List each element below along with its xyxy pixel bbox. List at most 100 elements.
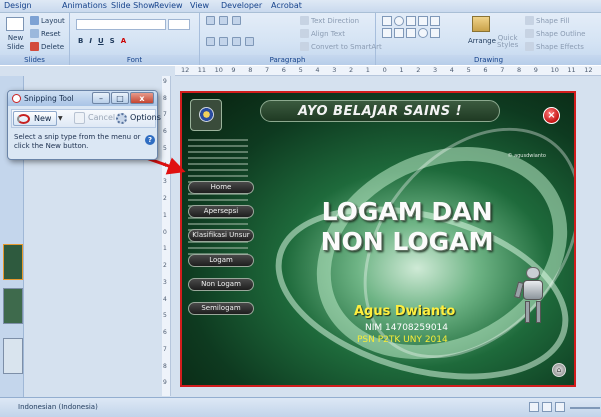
cancel-label: Cancel — [88, 113, 116, 122]
snipping-tool-titlebar[interactable]: Snipping Tool – □ x — [8, 91, 157, 106]
vertical-ruler: 9 8 7 6 5 4 3 2 1 0 1 2 3 4 5 6 7 8 9 — [162, 76, 171, 396]
align-text-button[interactable]: Align Text — [300, 29, 345, 38]
font-color-icon[interactable]: A — [121, 37, 126, 45]
slide-canvas[interactable]: AYO BELAJAR SAINS ! × © agusdwianto Home… — [180, 91, 576, 387]
shape-fill-icon — [525, 16, 534, 25]
gear-icon — [116, 113, 127, 124]
zoom-slider[interactable] — [570, 407, 600, 409]
shape-fill-button[interactable]: Shape Fill — [525, 16, 570, 25]
ruler-tick-label: 8 — [163, 94, 167, 102]
underline-icon[interactable]: U — [98, 37, 104, 45]
shape-brace-icon[interactable] — [394, 28, 404, 38]
drawing-group: Arrange Quick Styles Shape Fill Shape Ou… — [376, 13, 601, 65]
bullets-icon[interactable] — [206, 16, 215, 25]
italic-icon[interactable]: I — [89, 37, 92, 45]
nav-non-logam-button[interactable]: Non Logam — [188, 278, 254, 291]
tab-animations[interactable]: Animations — [62, 1, 107, 10]
tab-acrobat[interactable]: Acrobat — [271, 1, 302, 10]
align-right-icon[interactable] — [232, 37, 241, 46]
tab-review[interactable]: Review — [154, 1, 183, 10]
shapes-gallery[interactable] — [382, 16, 462, 52]
font-size-box[interactable] — [168, 19, 190, 30]
arrange-icon — [472, 16, 490, 32]
help-icon[interactable]: ? — [145, 135, 155, 145]
nav-semilogam-button[interactable]: Semilogam — [188, 302, 254, 315]
ruler-tick-label: 0 — [163, 228, 167, 236]
tab-slide-show[interactable]: Slide Show — [111, 1, 155, 10]
shape-rect-icon[interactable] — [382, 16, 392, 26]
new-slide-button[interactable]: New Slide — [7, 35, 24, 51]
arrange-button[interactable]: Arrange — [468, 37, 496, 45]
nav-home-button[interactable]: Home — [188, 181, 254, 194]
cancel-button[interactable]: Cancel — [70, 111, 115, 126]
indent-icon[interactable] — [232, 16, 241, 25]
ruler-tick-label: 9 — [231, 66, 236, 74]
main-title-line-1: LOGAM DAN — [321, 197, 493, 226]
snipping-tool-window[interactable]: Snipping Tool – □ x New ▼ Cancel Options… — [7, 90, 161, 160]
shape-effects-button[interactable]: Shape Effects — [525, 42, 584, 51]
slide-thumbnail[interactable] — [3, 244, 23, 280]
nav-logam-button[interactable]: Logam — [188, 254, 254, 267]
minimize-button[interactable]: – — [92, 92, 110, 104]
shape-line-icon[interactable] — [406, 16, 416, 26]
ruler-tick-label: 2 — [416, 66, 421, 74]
options-button[interactable]: Options — [114, 111, 161, 126]
shape-triangle-icon[interactable] — [430, 16, 440, 26]
reset-button[interactable]: Reset — [30, 29, 61, 38]
text-direction-button[interactable]: Text Direction — [300, 16, 359, 25]
normal-view-icon[interactable] — [529, 402, 539, 412]
ruler-tick-label: 9 — [163, 379, 167, 387]
numbering-icon[interactable] — [219, 16, 228, 25]
quick-styles-button[interactable]: Quick Styles — [497, 35, 518, 49]
text-direction-label: Text Direction — [311, 16, 360, 25]
scissors-icon — [12, 94, 21, 103]
nav-klasifikasi-button[interactable]: Klasifikasi Unsur — [188, 229, 254, 242]
layout-button[interactable]: Layout — [30, 16, 65, 25]
home-round-button[interactable]: ⌂ — [552, 363, 566, 377]
convert-smartart-button[interactable]: Convert to SmartArt — [300, 42, 382, 51]
status-language[interactable]: Indonesian (Indonesia) — [18, 403, 98, 411]
slideshow-view-icon[interactable] — [555, 402, 565, 412]
layout-icon — [30, 16, 39, 25]
slide-sorter-icon[interactable] — [542, 402, 552, 412]
text-direction-icon — [300, 16, 309, 25]
delete-button[interactable]: Delete — [30, 42, 64, 51]
tab-developer[interactable]: Developer — [221, 1, 262, 10]
shape-callout-icon[interactable] — [406, 28, 416, 38]
align-buttons — [206, 37, 254, 46]
shape-diamond-icon[interactable] — [430, 28, 440, 38]
align-center-icon[interactable] — [219, 37, 228, 46]
maximize-button[interactable]: □ — [111, 92, 129, 104]
new-snip-button[interactable]: New — [13, 111, 57, 126]
reset-icon — [30, 29, 39, 38]
shape-circle-icon[interactable] — [418, 28, 428, 38]
shape-star-icon[interactable] — [382, 28, 392, 38]
tab-view[interactable]: View — [190, 1, 209, 10]
nav-apersepsi-button[interactable]: Apersepsi — [188, 205, 254, 218]
shape-arrow-icon[interactable] — [418, 16, 428, 26]
shape-outline-button[interactable]: Shape Outline — [525, 29, 585, 38]
ruler-tick-label: 2 — [163, 262, 167, 270]
ruler-tick-label: 3 — [332, 66, 337, 74]
chevron-down-icon[interactable]: ▼ — [58, 115, 63, 122]
justify-icon[interactable] — [245, 37, 254, 46]
ruler-tick-label: 12 — [181, 66, 190, 74]
font-group-label: Font — [70, 55, 199, 65]
close-button[interactable]: x — [130, 92, 154, 104]
strikethrough-icon[interactable]: S — [110, 37, 115, 45]
align-left-icon[interactable] — [206, 37, 215, 46]
status-bar: Indonesian (Indonesia) — [0, 397, 601, 417]
ruler-tick-label: 9 — [163, 78, 167, 85]
tab-design[interactable]: Design — [4, 1, 32, 10]
ruler-tick-label: 6 — [483, 66, 488, 74]
shape-oval-icon[interactable] — [394, 16, 404, 26]
slide-thumbnail[interactable] — [3, 338, 23, 374]
ruler-tick-label: 4 — [163, 295, 167, 303]
ruler-tick-label: 2 — [163, 195, 167, 203]
slide-close-button[interactable]: × — [543, 107, 560, 124]
font-name-box[interactable] — [76, 19, 166, 30]
bold-icon[interactable]: B — [78, 37, 83, 45]
robot-body — [523, 280, 543, 300]
ruler-tick-label: 3 — [163, 178, 167, 186]
slide-thumbnail[interactable] — [3, 288, 23, 324]
